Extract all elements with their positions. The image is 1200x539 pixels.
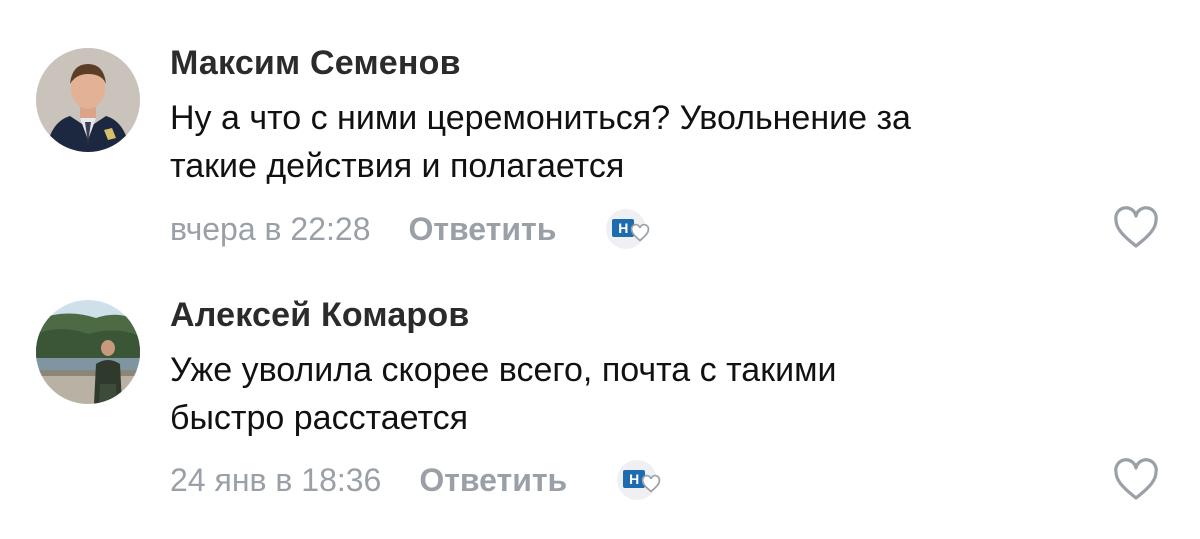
avatar-image — [36, 48, 140, 152]
comment-item: Алексей Комаров Уже уволила скорее всего… — [0, 262, 1200, 539]
comment-text-line: Ну а что с ними церемониться? Увольнение… — [170, 99, 911, 137]
comment-item: Максим Семенов Ну а что с ними церемонит… — [0, 0, 1200, 262]
comment-meta: вчера в 22:28 Ответить Н — [170, 207, 652, 251]
heart-outline-icon — [1114, 458, 1158, 500]
author-name[interactable]: Алексей Комаров — [170, 296, 469, 335]
avatar[interactable] — [36, 48, 140, 152]
avatar-image — [36, 300, 140, 404]
comment-text-line: такие действия и полагается — [170, 147, 625, 185]
comment-meta: 24 янв в 18:36 Ответить Н — [170, 458, 663, 502]
like-button[interactable] — [1112, 206, 1160, 250]
author-name[interactable]: Максим Семенов — [170, 44, 461, 83]
newspaper-heart-icon[interactable]: Н — [617, 460, 663, 500]
newspaper-heart-icon[interactable]: Н — [606, 209, 652, 249]
comment-date[interactable]: 24 янв в 18:36 — [170, 462, 381, 499]
reply-button[interactable]: Ответить — [419, 462, 567, 499]
comment-text: Уже уволила скорее всего, почта с такими… — [170, 346, 1130, 442]
comment-text-line: быстро расстается — [170, 399, 469, 437]
reply-button[interactable]: Ответить — [408, 211, 556, 248]
comment-date[interactable]: вчера в 22:28 — [170, 211, 370, 248]
comment-text-line: Уже уволила скорее всего, почта с такими — [170, 351, 837, 389]
small-heart-icon — [631, 223, 650, 242]
comment-text: Ну а что с ними церемониться? Увольнение… — [170, 94, 1130, 190]
avatar[interactable] — [36, 300, 140, 404]
heart-outline-icon — [1114, 206, 1158, 248]
comments-list: Максим Семенов Ну а что с ними церемонит… — [0, 0, 1200, 539]
small-heart-icon — [642, 474, 661, 493]
like-button[interactable] — [1112, 458, 1160, 502]
